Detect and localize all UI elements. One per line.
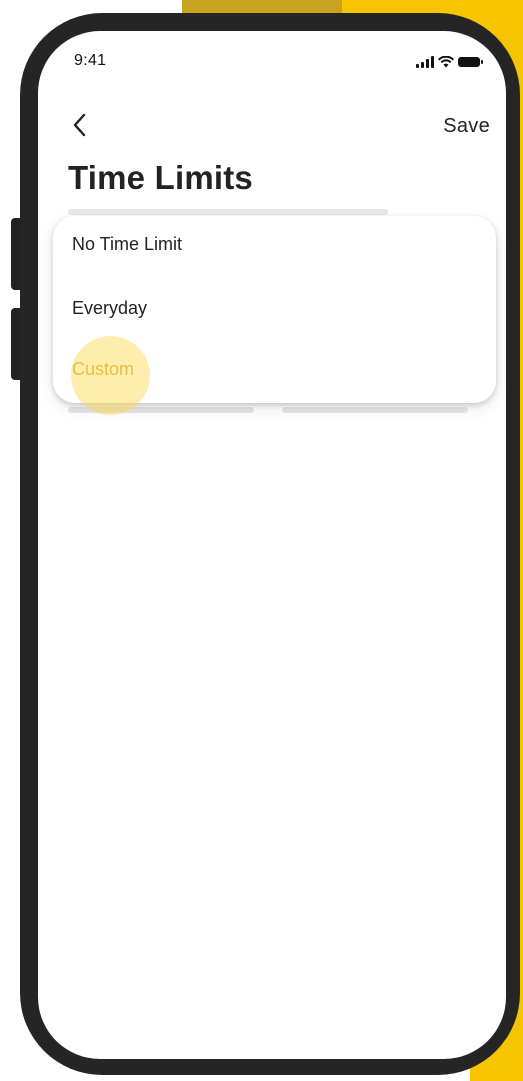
option-everyday[interactable]: Everyday [72, 298, 147, 319]
chevron-left-icon [73, 113, 86, 137]
save-button[interactable]: Save [443, 115, 490, 138]
option-custom[interactable]: Custom [72, 359, 134, 380]
phone-screen: 9:41 Save Time Limits No Time Limit Ever… [38, 31, 506, 1059]
battery-icon [458, 57, 483, 67]
option-no-time-limit[interactable]: No Time Limit [72, 234, 182, 255]
obscured-subtitle [68, 209, 388, 215]
obscured-field [68, 407, 254, 413]
back-button[interactable] [66, 109, 94, 141]
time-limit-dropdown-menu: No Time Limit Everyday Custom [53, 216, 496, 403]
status-icons [416, 55, 483, 69]
wifi-icon [438, 56, 454, 68]
page-title: Time Limits [68, 159, 253, 196]
status-time: 9:41 [74, 52, 107, 69]
phone-frame: 9:41 Save Time Limits No Time Limit Ever… [20, 13, 520, 1075]
obscured-field [282, 407, 468, 413]
cellular-signal-icon [416, 56, 434, 68]
